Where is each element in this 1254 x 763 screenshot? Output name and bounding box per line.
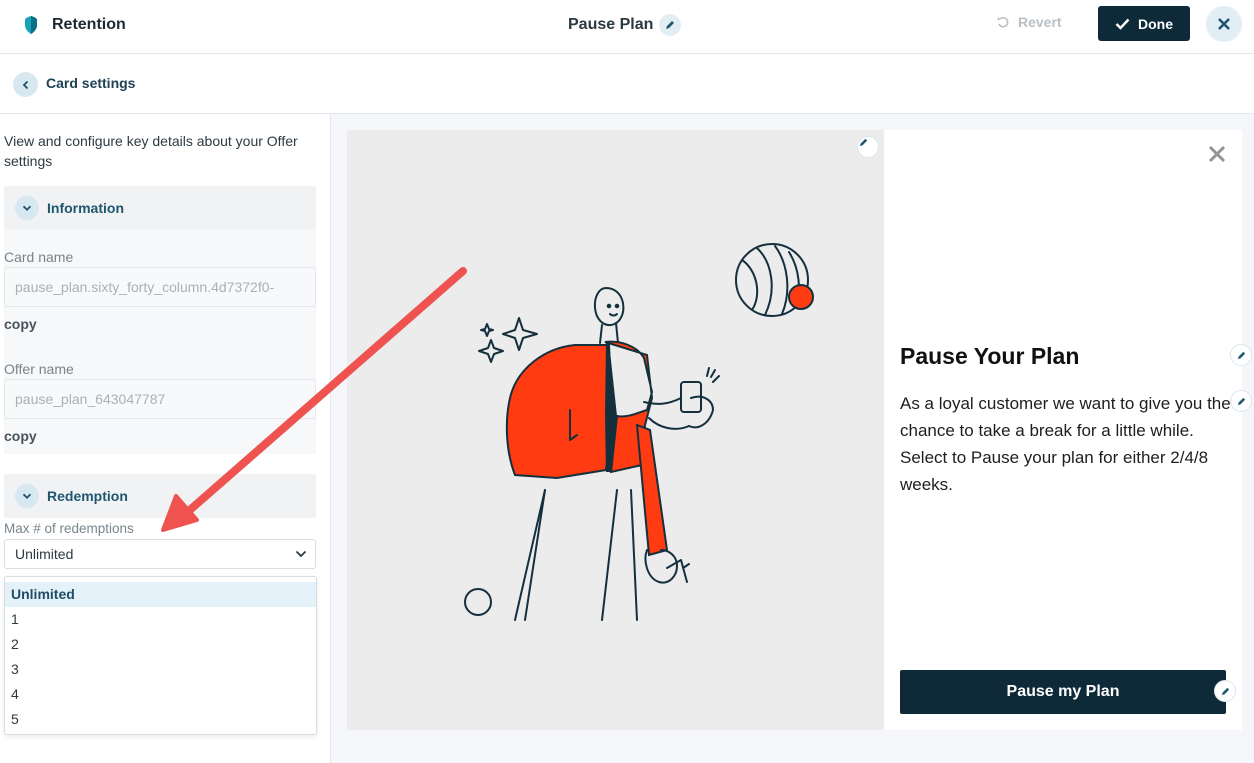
dropdown-option[interactable]: 3 bbox=[5, 657, 316, 682]
max-redemptions-select[interactable]: Unlimited bbox=[4, 539, 316, 569]
edit-body-button[interactable] bbox=[1230, 390, 1252, 412]
dropdown-option[interactable]: 2 bbox=[5, 632, 316, 657]
illustration-panel bbox=[347, 130, 884, 730]
redemption-section-header[interactable]: Redemption bbox=[4, 474, 316, 518]
pause-my-plan-button[interactable]: Pause my Plan bbox=[900, 670, 1226, 714]
person-with-phone-illustration bbox=[464, 243, 814, 621]
done-label: Done bbox=[1138, 15, 1173, 32]
information-section-title: Information bbox=[47, 200, 124, 216]
chevron-down-icon bbox=[15, 196, 39, 220]
done-button[interactable]: Done bbox=[1098, 6, 1190, 41]
close-editor-button[interactable] bbox=[1206, 6, 1242, 42]
card-name-field[interactable] bbox=[4, 267, 316, 307]
chevron-down-icon bbox=[15, 484, 39, 508]
select-value: Unlimited bbox=[15, 546, 74, 562]
pencil-icon bbox=[1237, 397, 1245, 405]
settings-description: View and configure key details about you… bbox=[4, 133, 298, 169]
edit-cta-button[interactable] bbox=[1214, 680, 1236, 702]
close-icon bbox=[1218, 18, 1230, 30]
edit-title-button[interactable] bbox=[659, 14, 682, 36]
card-name-label: Card name bbox=[4, 249, 74, 265]
pencil-icon bbox=[666, 21, 675, 29]
chevron-down-icon bbox=[295, 550, 307, 558]
offer-name-label: Offer name bbox=[4, 361, 74, 377]
redemptions-dropdown: Unlimited 1 2 3 4 5 bbox=[4, 576, 317, 735]
pencil-icon bbox=[1221, 687, 1229, 695]
sub-header-title: Card settings bbox=[46, 75, 136, 91]
card-heading: Pause Your Plan bbox=[900, 343, 1080, 369]
offer-card-preview: Pause Your Plan As a loyal customer we w… bbox=[347, 130, 1252, 730]
page-title: Pause Plan bbox=[568, 16, 654, 33]
max-redemptions-label: Max # of redemptions bbox=[4, 521, 134, 536]
revert-button[interactable]: Revert bbox=[996, 14, 1062, 30]
copy-card-name-link[interactable]: copy bbox=[4, 316, 37, 332]
shield-logo-icon bbox=[25, 16, 37, 34]
brand-name: Retention bbox=[52, 16, 126, 33]
chevron-left-icon bbox=[22, 80, 28, 89]
pencil-icon bbox=[1237, 351, 1245, 359]
page-title-group: Pause Plan bbox=[568, 14, 682, 36]
edit-heading-button[interactable] bbox=[1230, 344, 1252, 366]
revert-label: Revert bbox=[1018, 14, 1062, 30]
check-icon bbox=[1115, 18, 1130, 30]
top-bar: Retention Pause Plan Revert Done bbox=[0, 0, 1254, 54]
card-body-text: As a loyal customer we want to give you … bbox=[900, 394, 1231, 494]
pencil-icon bbox=[859, 138, 868, 147]
dropdown-option[interactable]: 5 bbox=[5, 707, 316, 732]
card-close-icon[interactable] bbox=[1207, 144, 1227, 164]
sub-header: Card settings bbox=[0, 54, 1254, 114]
brand: Retention bbox=[22, 14, 126, 36]
dropdown-option[interactable]: 4 bbox=[5, 682, 316, 707]
copy-offer-name-link[interactable]: copy bbox=[4, 428, 37, 444]
edit-image-button[interactable] bbox=[857, 136, 879, 158]
settings-panel: View and configure key details about you… bbox=[0, 114, 331, 763]
dropdown-option[interactable]: 1 bbox=[5, 607, 316, 632]
information-section-header[interactable]: Information bbox=[4, 186, 316, 230]
undo-icon bbox=[997, 16, 1009, 28]
offer-name-field[interactable] bbox=[4, 379, 316, 419]
redemption-section-title: Redemption bbox=[47, 488, 128, 504]
back-button[interactable] bbox=[13, 72, 38, 97]
dropdown-option[interactable]: Unlimited bbox=[5, 582, 316, 607]
